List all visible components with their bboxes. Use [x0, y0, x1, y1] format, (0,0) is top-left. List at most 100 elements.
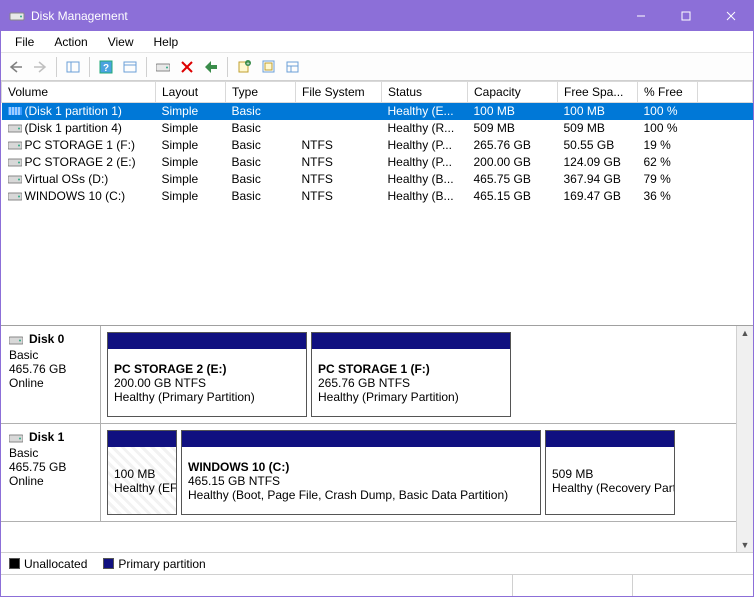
col-type[interactable]: Type [226, 82, 296, 103]
volume-fs: NTFS [296, 154, 382, 171]
volume-free: 367.94 GB [558, 171, 638, 188]
partition[interactable]: PC STORAGE 1 (F:)265.76 GB NTFSHealthy (… [311, 332, 511, 417]
legend-unallocated-label: Unallocated [24, 557, 87, 571]
delete-button[interactable] [176, 56, 198, 78]
partition-body: 100 MBHealthy (EFI System [108, 447, 176, 514]
disk-type: Basic [9, 446, 92, 460]
disk-type: Basic [9, 348, 92, 362]
volume-name: (Disk 1 partition 4) [25, 121, 122, 135]
volume-row[interactable]: Virtual OSs (D:)SimpleBasicNTFSHealthy (… [2, 171, 753, 188]
volume-pct: 36 % [638, 188, 698, 205]
partition[interactable]: 509 MBHealthy (Recovery Partition) [545, 430, 675, 515]
scroll-up-icon[interactable]: ▲ [741, 328, 750, 338]
status-cell [1, 575, 513, 596]
col-capacity[interactable]: Capacity [468, 82, 558, 103]
volume-row[interactable]: PC STORAGE 2 (E:)SimpleBasicNTFSHealthy … [2, 154, 753, 171]
volume-fs [296, 103, 382, 120]
disk-label[interactable]: Disk 1Basic465.75 GBOnline [1, 424, 101, 521]
col-volume[interactable]: Volume [2, 82, 156, 103]
window-controls [618, 1, 753, 31]
volume-name: WINDOWS 10 (C:) [25, 189, 126, 203]
action-button-1[interactable]: + [233, 56, 255, 78]
partition-color-bar [312, 333, 510, 349]
help-button[interactable]: ? [95, 56, 117, 78]
partition-size: 509 MB [552, 467, 668, 481]
volume-free: 509 MB [558, 120, 638, 137]
partition-body: PC STORAGE 2 (E:)200.00 GB NTFSHealthy (… [108, 349, 306, 416]
back-button[interactable] [5, 56, 27, 78]
partition[interactable]: WINDOWS 10 (C:)465.15 GB NTFSHealthy (Bo… [181, 430, 541, 515]
volume-fs [296, 120, 382, 137]
maximize-button[interactable] [663, 1, 708, 31]
refresh-button[interactable] [152, 56, 174, 78]
col-pctfree[interactable]: % Free [638, 82, 698, 103]
volume-layout: Simple [156, 188, 226, 205]
properties-button[interactable] [200, 56, 222, 78]
scroll-down-icon[interactable]: ▼ [741, 540, 750, 550]
volume-pct: 100 % [638, 120, 698, 137]
disk-icon [9, 334, 25, 346]
disk-state: Online [9, 376, 92, 390]
svg-text:+: + [246, 62, 250, 68]
volume-type: Basic [226, 154, 296, 171]
volume-name: Virtual OSs (D:) [25, 172, 109, 186]
volume-fs: NTFS [296, 171, 382, 188]
volume-status: Healthy (B... [382, 188, 468, 205]
volume-free: 124.09 GB [558, 154, 638, 171]
vertical-scrollbar[interactable]: ▲ ▼ [736, 326, 753, 552]
partition-body: WINDOWS 10 (C:)465.15 GB NTFSHealthy (Bo… [182, 447, 540, 514]
disk-row: Disk 1Basic465.75 GBOnline100 MBHealthy … [1, 424, 736, 522]
menu-action[interactable]: Action [44, 32, 97, 52]
close-button[interactable] [708, 1, 753, 31]
volume-layout: Simple [156, 103, 226, 120]
volume-capacity: 509 MB [468, 120, 558, 137]
volume-row[interactable]: WINDOWS 10 (C:)SimpleBasicNTFSHealthy (B… [2, 188, 753, 205]
toolbar-separator [56, 57, 57, 77]
swatch-primary-icon [103, 558, 114, 569]
action-button-2[interactable] [257, 56, 279, 78]
volume-layout: Simple [156, 154, 226, 171]
partition[interactable]: 100 MBHealthy (EFI System [107, 430, 177, 515]
drive-icon [8, 139, 22, 150]
action-button-3[interactable] [281, 56, 303, 78]
volume-name: PC STORAGE 2 (E:) [25, 155, 136, 169]
volume-row[interactable]: (Disk 1 partition 1)SimpleBasicHealthy (… [2, 103, 753, 120]
partition-status: Healthy (Boot, Page File, Crash Dump, Ba… [188, 488, 534, 502]
legend-bar: Unallocated Primary partition [1, 552, 753, 574]
settings-button[interactable] [119, 56, 141, 78]
partition-title: WINDOWS 10 (C:) [188, 460, 534, 474]
drive-icon [8, 190, 22, 201]
volume-capacity: 465.75 GB [468, 171, 558, 188]
col-empty[interactable] [698, 82, 753, 103]
volume-type: Basic [226, 103, 296, 120]
partition-color-bar [182, 431, 540, 447]
volume-capacity: 100 MB [468, 103, 558, 120]
volume-status: Healthy (R... [382, 120, 468, 137]
volume-pct: 19 % [638, 137, 698, 154]
minimize-button[interactable] [618, 1, 663, 31]
col-layout[interactable]: Layout [156, 82, 226, 103]
partition[interactable]: PC STORAGE 2 (E:)200.00 GB NTFSHealthy (… [107, 332, 307, 417]
disk-label[interactable]: Disk 0Basic465.76 GBOnline [1, 326, 101, 423]
legend-primary: Primary partition [103, 557, 205, 571]
partition-size: 100 MB [114, 467, 170, 481]
disk-graphical-pane: Disk 0Basic465.76 GBOnlinePC STORAGE 2 (… [1, 326, 753, 552]
partition-size: 200.00 GB NTFS [114, 376, 300, 390]
volume-status: Healthy (E... [382, 103, 468, 120]
drive-icon [8, 105, 22, 116]
menu-help[interactable]: Help [144, 32, 189, 52]
col-filesystem[interactable]: File System [296, 82, 382, 103]
forward-button[interactable] [29, 56, 51, 78]
volume-name: PC STORAGE 1 (F:) [25, 138, 135, 152]
col-status[interactable]: Status [382, 82, 468, 103]
status-cell [633, 575, 753, 596]
menu-file[interactable]: File [5, 32, 44, 52]
menu-view[interactable]: View [98, 32, 144, 52]
col-freespace[interactable]: Free Spa... [558, 82, 638, 103]
volume-pct: 100 % [638, 103, 698, 120]
window-title: Disk Management [31, 9, 618, 23]
volume-row[interactable]: PC STORAGE 1 (F:)SimpleBasicNTFSHealthy … [2, 137, 753, 154]
legend-primary-label: Primary partition [118, 557, 205, 571]
volume-row[interactable]: (Disk 1 partition 4)SimpleBasicHealthy (… [2, 120, 753, 137]
show-hide-console-tree-button[interactable] [62, 56, 84, 78]
